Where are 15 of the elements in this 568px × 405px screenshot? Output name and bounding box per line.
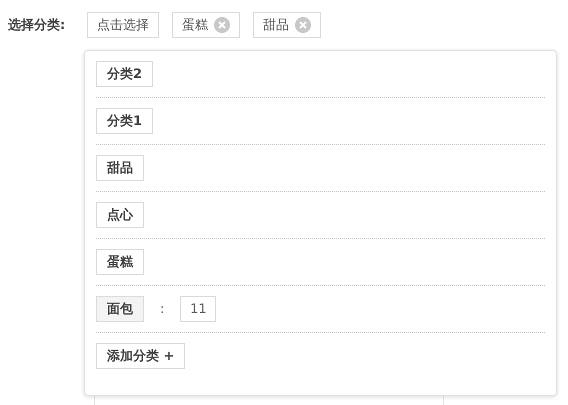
close-icon[interactable] (295, 17, 311, 33)
category-option[interactable]: 甜品 (96, 155, 144, 181)
category-option[interactable]: 蛋糕 (96, 249, 144, 275)
form-label: 选择分类: (7, 17, 66, 34)
category-option[interactable]: 分类2 (96, 61, 154, 87)
colon: : (159, 302, 166, 316)
add-category-button[interactable]: 添加分类 + (96, 343, 186, 369)
tag-label: 甜品 (263, 17, 289, 34)
select-button[interactable]: 点击选择 (87, 12, 159, 38)
category-option[interactable]: 点心 (96, 202, 144, 228)
sort-input[interactable]: 11 (180, 296, 216, 322)
category-option[interactable]: 面包 (96, 296, 144, 322)
tag-label: 蛋糕 (182, 17, 208, 34)
category-option[interactable]: 分类1 (96, 108, 154, 134)
close-icon[interactable] (214, 17, 230, 33)
